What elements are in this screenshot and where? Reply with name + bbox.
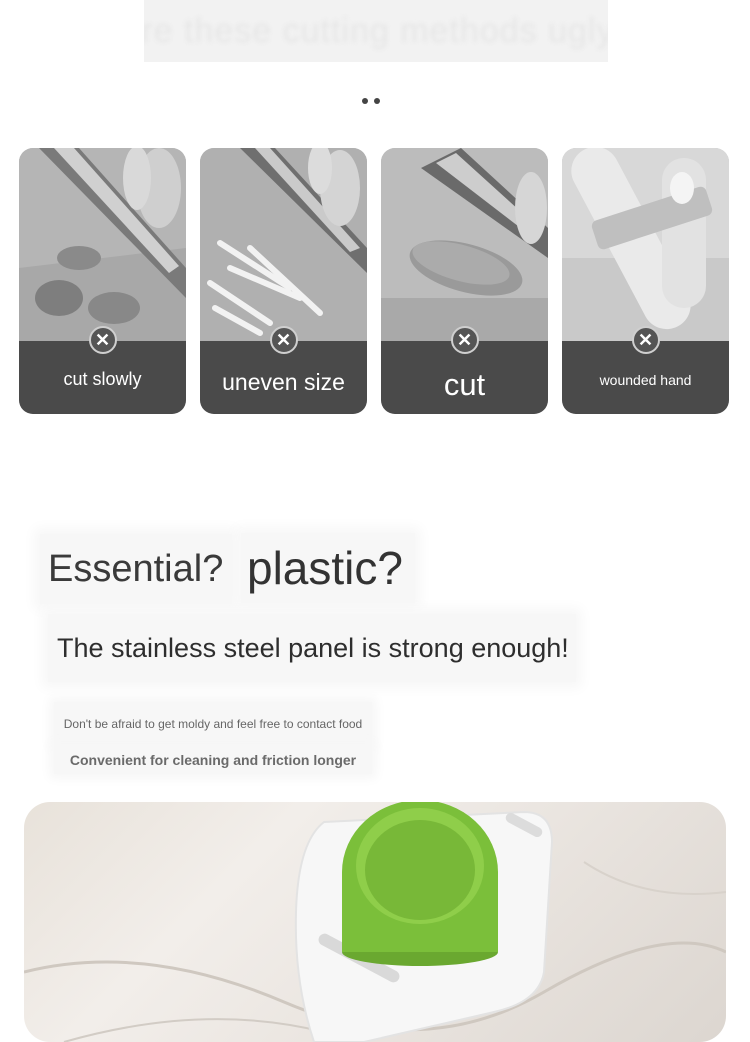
heading-plastic: plastic? <box>241 533 415 603</box>
problem-label: cut <box>443 367 486 402</box>
carousel-indicator[interactable] <box>362 98 380 104</box>
close-icon: ✕ <box>631 326 660 354</box>
problem-card-uneven-size: uneven size ✕ <box>200 148 367 414</box>
subtext-mold: Don't be afraid to get moldy and feel fr… <box>54 702 372 746</box>
problem-card-cut-slowly: cut slowly ✕ <box>19 148 186 414</box>
problem-label: wounded hand <box>599 372 692 388</box>
close-icon: ✕ <box>269 326 298 354</box>
product-photo <box>24 802 726 1042</box>
close-icon: ✕ <box>450 326 479 354</box>
close-icon: ✕ <box>88 326 117 354</box>
knife-strips-photo <box>200 148 367 341</box>
problem-card-wounded-hand: wounded hand ✕ <box>562 148 729 414</box>
problem-label: uneven size <box>222 369 345 395</box>
heading-steel-panel: The stainless steel panel is strong enou… <box>48 614 576 682</box>
subtext-cleaning: Convenient for cleaning and friction lon… <box>54 746 372 774</box>
heading-essential: Essential? <box>40 534 232 604</box>
knife-cutting-photo <box>19 148 186 341</box>
carousel-dot[interactable] <box>362 98 368 104</box>
banner-title: Are these cutting methods ugly? <box>144 11 608 50</box>
top-banner: Are these cutting methods ugly? <box>144 0 608 62</box>
grater-product-image <box>24 802 726 1042</box>
problem-card-cut: cut ✕ <box>381 148 548 414</box>
knife-potato-photo <box>381 148 548 341</box>
bandaged-finger-photo <box>562 148 729 341</box>
problem-label: cut slowly <box>63 369 142 389</box>
carousel-dot[interactable] <box>374 98 380 104</box>
